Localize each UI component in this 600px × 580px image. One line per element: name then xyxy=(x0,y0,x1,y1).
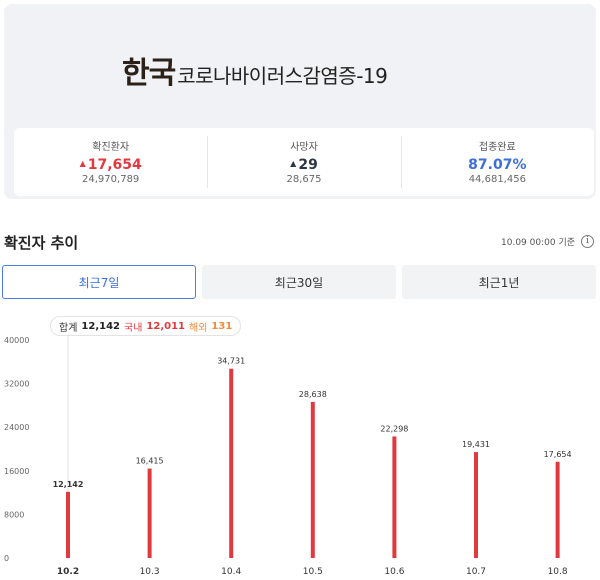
bar xyxy=(474,452,478,558)
stats-panel: 확진환자 ▲ 17,654 24,970,789 사망자 ▲ 29 28,675 접… xyxy=(14,128,594,196)
tooltip-total-value: 12,142 xyxy=(81,320,120,332)
bar xyxy=(392,436,397,558)
bar-value-label: 19,431 xyxy=(462,440,490,449)
period-tabs: 최근7일 최근30일 최근1년 xyxy=(2,265,596,299)
page-title: 한국 코로나바이러스감염증-19 xyxy=(122,48,388,92)
bar xyxy=(66,491,70,558)
x-tick-label: 10.2 xyxy=(57,567,79,577)
bar-value-label: 34,731 xyxy=(217,357,245,366)
title-country: 한국 xyxy=(122,56,176,91)
bar xyxy=(310,401,315,558)
tooltip-overseas-value: 131 xyxy=(211,320,233,332)
section-title: 확진자 추이 xyxy=(4,234,79,252)
stat-deaths-label: 사망자 xyxy=(290,142,318,153)
x-tick-label: 10.8 xyxy=(548,567,568,577)
tab-30days[interactable]: 최근30일 xyxy=(202,265,396,299)
tooltip-domestic-value: 12,011 xyxy=(146,320,185,332)
triangle-up-icon: ▲ xyxy=(79,159,86,168)
stat-confirmed: 확진환자 ▲ 17,654 24,970,789 xyxy=(14,128,207,196)
bar xyxy=(229,368,234,558)
bar-value-label: 16,415 xyxy=(136,457,164,466)
bar xyxy=(147,468,152,558)
y-tick-label: 0 xyxy=(4,554,9,563)
stat-confirmed-value: ▲ 17,654 xyxy=(79,157,142,173)
tab-1year[interactable]: 최근1년 xyxy=(402,265,596,299)
update-timestamp: 10.09 00:00 기준 i xyxy=(501,235,594,248)
y-tick-label: 24000 xyxy=(4,423,29,432)
stat-deaths-total: 28,675 xyxy=(286,174,322,185)
tab-7days[interactable]: 최근7일 xyxy=(2,265,196,299)
stat-vaccinated-value: 87.07% xyxy=(468,157,527,173)
confirmed-bar-chart: 0 8000 16000 24000 32000 40000 12,142 10.2 16,41… xyxy=(0,310,600,580)
y-tick-label: 8000 xyxy=(4,510,24,519)
bar-value-label: 28,638 xyxy=(299,390,327,399)
stat-deaths-value: ▲ 29 xyxy=(290,157,318,173)
bar-value-label: 12,142 xyxy=(53,480,84,489)
x-tick-label: 10.4 xyxy=(221,567,241,577)
tooltip-total-label: 합계 xyxy=(59,322,78,334)
x-tick-label: 10.6 xyxy=(384,567,404,577)
timestamp-text: 10.09 00:00 기준 xyxy=(501,238,575,248)
stat-confirmed-total: 24,970,789 xyxy=(82,174,140,185)
bar-value-label: 17,654 xyxy=(544,450,572,459)
chart-tooltip: 합계 12,142 국내 12,011 해외 131 xyxy=(50,316,242,336)
y-tick-label: 32000 xyxy=(4,380,29,389)
title-disease: 코로나바이러스감염증-19 xyxy=(177,64,388,88)
y-tick-label: 40000 xyxy=(4,336,29,345)
stat-confirmed-label: 확진환자 xyxy=(92,142,130,153)
y-tick-label: 16000 xyxy=(4,467,29,476)
stat-deaths: 사망자 ▲ 29 28,675 xyxy=(207,128,400,196)
stat-vaccinated-total: 44,681,456 xyxy=(468,174,526,185)
stat-vaccinated-label: 접종완료 xyxy=(478,142,516,153)
bar xyxy=(555,461,560,558)
chart-canvas: 0 8000 16000 24000 32000 40000 12,142 10.2 16,41… xyxy=(4,332,572,577)
triangle-up-icon: ▲ xyxy=(290,159,297,168)
x-tick-label: 10.5 xyxy=(303,567,323,577)
x-tick-label: 10.7 xyxy=(466,567,486,577)
info-icon[interactable]: i xyxy=(581,235,594,248)
x-tick-label: 10.3 xyxy=(140,567,160,577)
bar-value-label: 22,298 xyxy=(380,424,408,433)
tooltip-domestic-label: 국내 xyxy=(124,322,143,334)
tooltip-overseas-label: 해외 xyxy=(189,322,208,334)
stat-vaccinated: 접종완료 87.07% 44,681,456 xyxy=(400,128,594,196)
summary-card: 한국 코로나바이러스감염증-19 확진환자 ▲ 17,654 24,970,789… xyxy=(4,4,596,199)
